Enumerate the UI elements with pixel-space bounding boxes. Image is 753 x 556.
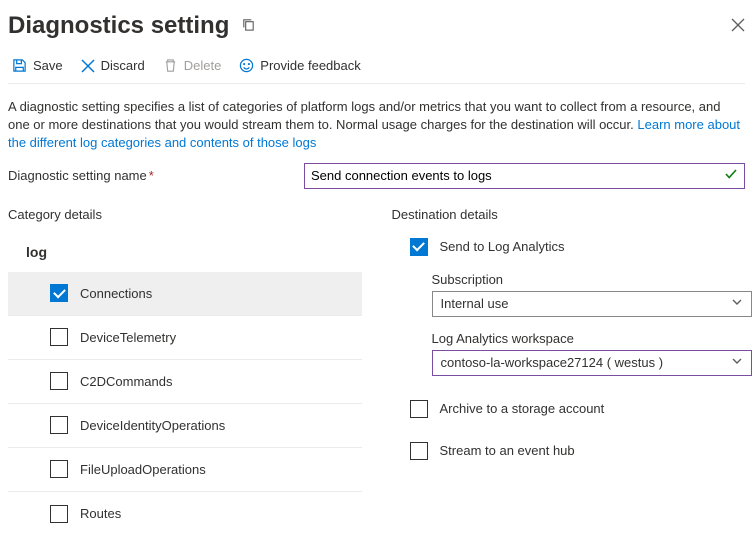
feedback-icon: [239, 58, 254, 73]
validation-ok-icon: [724, 167, 738, 184]
subscription-select[interactable]: Internal use: [432, 291, 752, 317]
log-item-connections[interactable]: Connections: [8, 272, 362, 316]
copy-icon[interactable]: [241, 17, 256, 35]
dest-eventhub[interactable]: Stream to an event hub: [392, 442, 746, 460]
log-label: Routes: [80, 506, 121, 521]
discard-label: Discard: [101, 58, 145, 73]
save-icon: [12, 58, 27, 73]
log-label: DeviceIdentityOperations: [80, 418, 225, 433]
log-label: Connections: [80, 286, 152, 301]
checkbox-eventhub[interactable]: [410, 442, 428, 460]
log-label: FileUploadOperations: [80, 462, 206, 477]
subscription-label: Subscription: [432, 272, 746, 287]
discard-button[interactable]: Discard: [81, 58, 145, 73]
dest-label: Send to Log Analytics: [440, 239, 565, 254]
toolbar: Save Discard Delete Provide feedback: [8, 48, 745, 84]
checkbox-devicetelemetry[interactable]: [50, 328, 68, 346]
setting-name-row: Diagnostic setting name*: [8, 163, 745, 189]
delete-icon: [163, 58, 178, 73]
save-button[interactable]: Save: [12, 58, 63, 73]
save-label: Save: [33, 58, 63, 73]
discard-icon: [81, 59, 95, 73]
chevron-down-icon: [731, 296, 743, 311]
log-item-deviceidentity[interactable]: DeviceIdentityOperations: [8, 404, 362, 448]
log-item-fileupload[interactable]: FileUploadOperations: [8, 448, 362, 492]
workspace-label: Log Analytics workspace: [432, 331, 746, 346]
setting-name-input[interactable]: [311, 168, 724, 183]
close-icon[interactable]: [731, 18, 745, 35]
dest-label: Stream to an event hub: [440, 443, 575, 458]
subscription-value: Internal use: [441, 296, 509, 311]
checkbox-loganalytics[interactable]: [410, 238, 428, 256]
log-item-routes[interactable]: Routes: [8, 492, 362, 536]
header: Diagnostics setting: [8, 0, 745, 48]
page-title: Diagnostics setting: [8, 12, 229, 40]
delete-button: Delete: [163, 58, 222, 73]
workspace-field: Log Analytics workspace contoso-la-works…: [392, 331, 746, 376]
log-item-c2dcommands[interactable]: C2DCommands: [8, 360, 362, 404]
log-list: Connections DeviceTelemetry C2DCommands …: [8, 272, 362, 536]
log-label: DeviceTelemetry: [80, 330, 176, 345]
description: A diagnostic setting specifies a list of…: [8, 84, 745, 163]
description-text: A diagnostic setting specifies a list of…: [8, 99, 720, 132]
chevron-down-icon: [731, 355, 743, 370]
feedback-label: Provide feedback: [260, 58, 360, 73]
delete-label: Delete: [184, 58, 222, 73]
setting-name-label: Diagnostic setting name*: [8, 168, 284, 183]
category-section-title: Category details: [8, 207, 362, 222]
checkbox-deviceidentity[interactable]: [50, 416, 68, 434]
subscription-field: Subscription Internal use: [392, 272, 746, 317]
destination-section-title: Destination details: [392, 207, 746, 222]
category-column: Category details log Connections DeviceT…: [8, 207, 362, 536]
setting-name-input-wrap[interactable]: [304, 163, 745, 189]
workspace-value: contoso-la-workspace27124 ( westus ): [441, 355, 664, 370]
checkbox-storage[interactable]: [410, 400, 428, 418]
dest-label: Archive to a storage account: [440, 401, 605, 416]
log-item-devicetelemetry[interactable]: DeviceTelemetry: [8, 316, 362, 360]
log-group-label: log: [8, 238, 362, 266]
log-label: C2DCommands: [80, 374, 172, 389]
feedback-button[interactable]: Provide feedback: [239, 58, 360, 73]
dest-storage[interactable]: Archive to a storage account: [392, 400, 746, 418]
checkbox-fileupload[interactable]: [50, 460, 68, 478]
checkbox-c2dcommands[interactable]: [50, 372, 68, 390]
checkbox-connections[interactable]: [50, 284, 68, 302]
dest-loganalytics[interactable]: Send to Log Analytics: [392, 238, 746, 256]
workspace-select[interactable]: contoso-la-workspace27124 ( westus ): [432, 350, 752, 376]
checkbox-routes[interactable]: [50, 505, 68, 523]
destination-column: Destination details Send to Log Analytic…: [392, 207, 746, 536]
